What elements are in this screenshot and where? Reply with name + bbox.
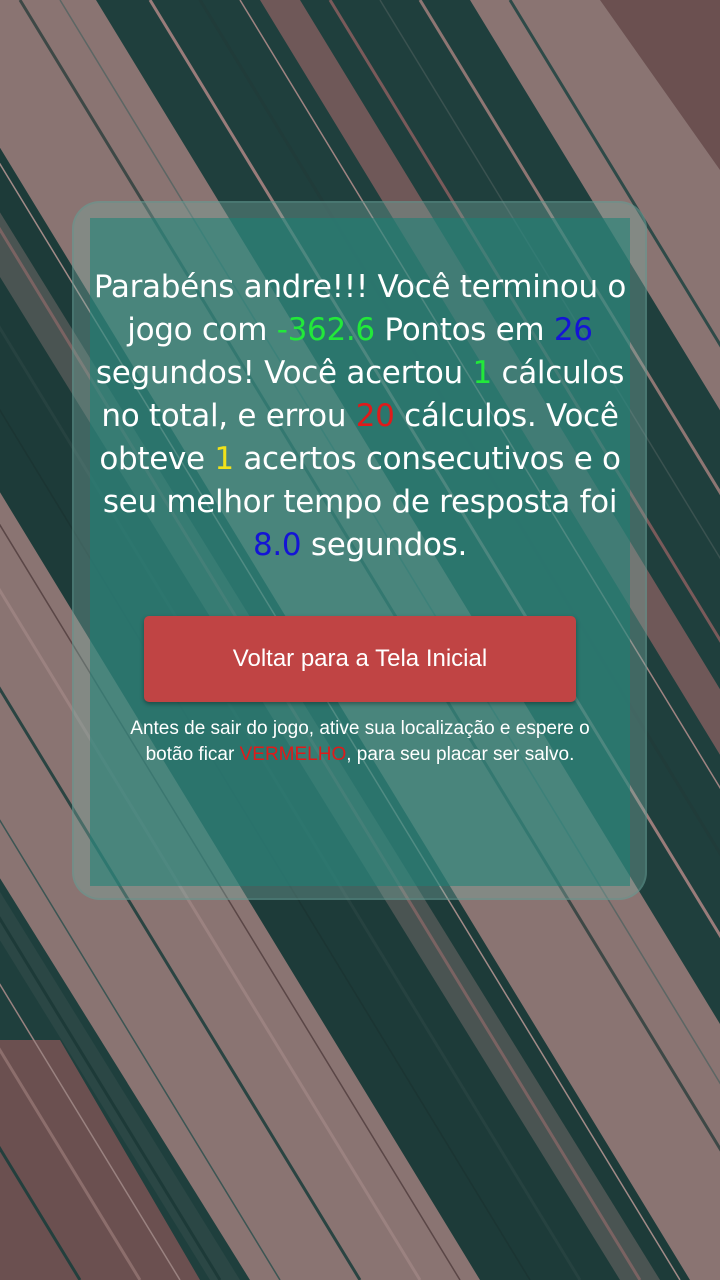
summary-text-3: segundos! Você acertou [95, 355, 473, 391]
game-over-screen: Parabéns andre!!! Você terminou o jogo c… [0, 0, 720, 1280]
wrong-count-value: 20 [355, 398, 395, 434]
streak-value: 1 [214, 441, 234, 477]
score-value: -362.6 [276, 312, 375, 348]
total-time-value: 26 [553, 312, 593, 348]
correct-count-value: 1 [472, 355, 492, 391]
summary-text-7: segundos. [301, 527, 468, 563]
back-to-home-button[interactable]: Voltar para a Tela Inicial [144, 616, 576, 702]
notice-text-after: , para seu placar ser salvo. [346, 744, 575, 765]
notice-highlight: VERMELHO [239, 744, 347, 765]
summary-text-2: Pontos em [374, 312, 554, 348]
best-time-value: 8.0 [252, 527, 302, 563]
save-score-notice: Antes de sair do jogo, ative sua localiz… [120, 716, 600, 768]
results-summary-text: Parabéns andre!!! Você terminou o jogo c… [82, 266, 638, 567]
